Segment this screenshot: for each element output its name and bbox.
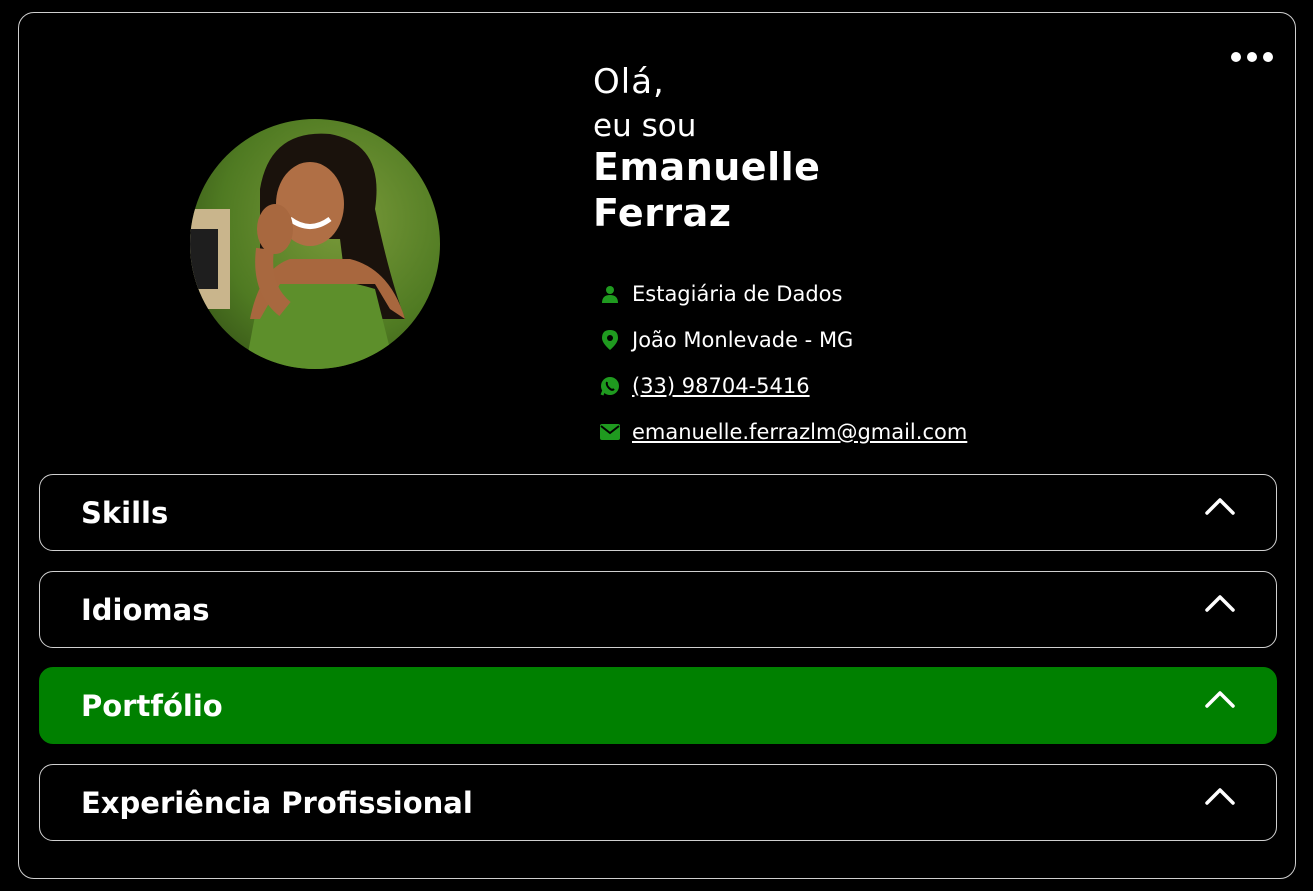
location-row: João Monlevade - MG [600,325,967,355]
role-text: Estagiária de Dados [632,282,843,306]
email-row: emanuelle.ferrazlm@gmail.com [600,417,967,447]
location-text: João Monlevade - MG [632,328,854,352]
contact-info: Estagiária de Dados João Monlevade - MG … [600,279,967,463]
map-pin-icon [600,330,620,350]
section-title: Idiomas [81,593,210,627]
dot [1247,52,1257,62]
section-experiencia-profissional[interactable]: Experiência Profissional [39,764,1277,841]
greeting: Olá, [593,62,665,102]
section-skills[interactable]: Skills [39,474,1277,551]
more-options-icon[interactable] [1229,50,1275,64]
intro-block: Olá, eu sou Emanuelle Ferraz [593,62,820,236]
chevron-up-icon [1205,691,1235,708]
section-idiomas[interactable]: Idiomas [39,571,1277,648]
section-portfolio[interactable]: Portfólio [39,667,1277,744]
chevron-up-icon [1205,788,1235,805]
whatsapp-icon [600,376,620,396]
section-title: Skills [81,496,169,530]
last-name: Ferraz [593,191,732,235]
dot [1231,52,1241,62]
chevron-up-icon [1205,498,1235,515]
role-row: Estagiária de Dados [600,279,967,309]
phone-row: (33) 98704-5416 [600,371,967,401]
dot [1263,52,1273,62]
avatar [190,119,440,369]
avatar-photo [190,119,440,369]
section-title: Experiência Profissional [81,786,473,820]
first-name: Emanuelle [593,145,821,189]
section-title: Portfólio [81,689,223,723]
envelope-icon [600,422,620,442]
intro-text: eu sou [593,108,697,144]
phone-link[interactable]: (33) 98704-5416 [632,374,810,398]
chevron-up-icon [1205,595,1235,612]
email-link[interactable]: emanuelle.ferrazlm@gmail.com [632,420,967,444]
user-icon [600,284,620,304]
